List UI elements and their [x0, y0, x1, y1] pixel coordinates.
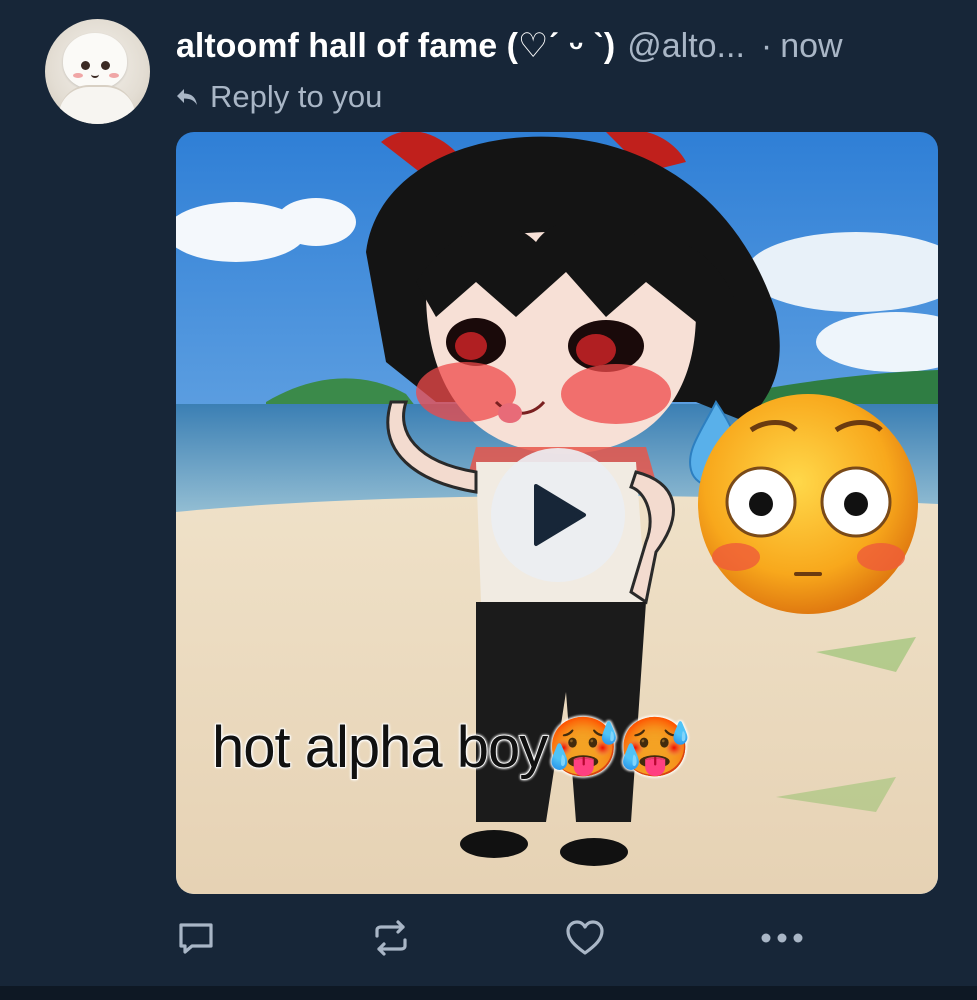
repost-arrows-icon — [375, 920, 407, 956]
post-timestamp[interactable]: now — [780, 22, 842, 70]
repost-button[interactable] — [365, 912, 417, 964]
author-avatar[interactable] — [45, 19, 150, 124]
more-options-button[interactable] — [756, 912, 808, 964]
reply-indicator: Reply to you — [174, 76, 382, 118]
video-thumbnail[interactable]: hot alpha boy🥵🥵 — [176, 132, 938, 894]
play-button[interactable] — [491, 448, 625, 582]
avatar-face — [63, 33, 127, 89]
post-header: altoomf hall of fame (♡ˊ ᵕ ˋ) @alto... ·… — [176, 22, 937, 70]
reply-button[interactable] — [170, 912, 222, 964]
video-caption: hot alpha boy🥵🥵 — [211, 714, 691, 781]
author-handle[interactable]: @alto... — [627, 22, 745, 70]
ellipsis-icon — [761, 933, 803, 943]
reply-label: Reply to you — [210, 79, 383, 114]
author-name[interactable]: altoomf hall of fame (♡ˊ ᵕ ˋ) — [176, 22, 615, 70]
like-button[interactable] — [559, 912, 611, 964]
bottom-divider — [0, 986, 977, 1000]
heart-icon — [566, 920, 604, 955]
play-icon — [534, 484, 586, 546]
reply-arrow-icon — [177, 89, 197, 105]
post-actions — [176, 912, 816, 964]
reply-post: altoomf hall of fame (♡ˊ ᵕ ˋ) @alto... ·… — [0, 0, 977, 1000]
speech-bubble-icon — [179, 923, 213, 954]
separator-dot: · — [760, 27, 773, 65]
